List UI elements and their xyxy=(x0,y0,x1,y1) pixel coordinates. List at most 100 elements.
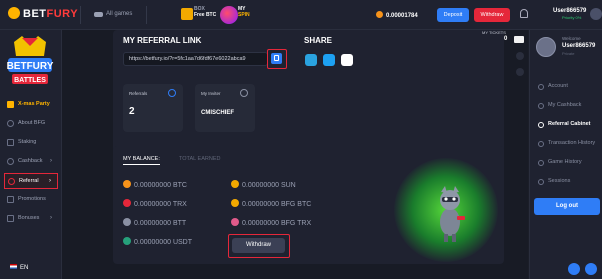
welcome-text: Welcome xyxy=(562,36,581,41)
bfg-btc-icon xyxy=(231,199,239,207)
box-icon[interactable] xyxy=(181,8,193,20)
bonuses-icon xyxy=(7,215,14,222)
referral-icon xyxy=(8,178,15,185)
raccoon-mascot-image xyxy=(440,186,465,242)
divider xyxy=(146,6,147,24)
my-tickets-label: MY TICKETS xyxy=(482,30,506,35)
inviter-label: My Inviter xyxy=(201,91,221,96)
sidebar-item-staking[interactable]: Staking xyxy=(4,135,58,149)
sidebar-item-bonuses[interactable]: Bonuses › xyxy=(4,211,58,225)
reddit-icon[interactable] xyxy=(341,54,353,66)
sessions-icon xyxy=(538,179,544,185)
box-sub: Free BTC xyxy=(194,12,217,18)
user-icon xyxy=(240,89,248,97)
inviter-card: My Inviter CMISCHIEF xyxy=(195,84,255,132)
info-icon xyxy=(7,120,14,127)
menu-item-game-history[interactable]: Game History xyxy=(538,159,582,166)
menu-item-referral-cabinet[interactable]: Referral Cabinet xyxy=(538,121,591,128)
usdt-icon xyxy=(123,237,131,245)
referrals-label: Referrals xyxy=(129,91,148,96)
tab-my-balance[interactable]: MY BALANCE: xyxy=(123,156,160,165)
trx-icon xyxy=(123,199,131,207)
withdraw-button-top[interactable]: Withdraw xyxy=(474,8,510,22)
account-username: User866579 xyxy=(562,43,596,49)
chevron-right-icon: › xyxy=(50,158,52,164)
telegram-icon[interactable] xyxy=(305,54,317,66)
menu-item-transaction-history[interactable]: Transaction History xyxy=(538,140,595,147)
left-sidebar: BETFURY BATTLES X-mas Party About BFG St… xyxy=(0,30,62,279)
user-icon xyxy=(538,84,544,90)
chevron-right-icon: › xyxy=(50,215,52,221)
balance-row-trx: 0.00000000 TRX xyxy=(123,199,187,208)
all-games-link[interactable]: All games xyxy=(106,11,132,17)
bell-icon[interactable] xyxy=(520,9,528,18)
support-icon[interactable] xyxy=(568,263,580,275)
gamepad-icon xyxy=(538,160,544,166)
tab-total-earned[interactable]: TOTAL EARNED xyxy=(179,156,220,162)
copy-icon xyxy=(271,53,282,64)
btc-icon xyxy=(123,180,131,188)
spin-icon[interactable] xyxy=(220,6,238,24)
sidebar-item-referral[interactable]: Referral › xyxy=(4,173,58,189)
add-user-icon xyxy=(168,89,176,97)
avatar[interactable] xyxy=(590,8,602,20)
menu-item-my-cashback[interactable]: My Cashback xyxy=(538,102,581,109)
referrals-card: Referrals 2 xyxy=(123,84,183,132)
sidebar-item-cashback[interactable]: Cashback › xyxy=(4,154,58,168)
gift-icon xyxy=(7,101,14,108)
referral-link-field[interactable]: https://betfury.io/?r=5fc1aa7d6fdf67e602… xyxy=(123,52,268,66)
staking-icon xyxy=(7,139,14,146)
twitter-icon[interactable] xyxy=(323,54,335,66)
flag-icon xyxy=(10,264,17,269)
top-user-status: Priority 0% xyxy=(562,15,582,20)
betfury-battles-logo[interactable]: BETFURY BATTLES xyxy=(4,36,56,98)
logo-line1: BETFURY xyxy=(7,61,54,72)
top-username[interactable]: User866579 xyxy=(553,8,586,14)
top-bar: BETFURY All games BOX Free BTC MY SPIN 0… xyxy=(0,0,602,30)
menu-item-account[interactable]: Account xyxy=(538,83,568,90)
withdraw-button[interactable]: Withdraw xyxy=(232,238,285,253)
sidebar-item-xmas-party[interactable]: X-mas Party xyxy=(4,97,58,111)
logout-button[interactable]: Log out xyxy=(534,198,600,215)
account-status: Private xyxy=(562,51,575,56)
divider xyxy=(80,6,81,24)
sidebar-item-promotions[interactable]: Promotions xyxy=(4,192,58,206)
menu-item-sessions[interactable]: Sessions xyxy=(538,178,570,185)
balance-row-btt: 0.00000000 BTT xyxy=(123,218,186,227)
balance-row-bfg-trx: 0.00000000 BFG TRX xyxy=(231,218,311,227)
btc-coin-icon xyxy=(376,11,383,18)
balance-row-btc: 0.00000000 BTC xyxy=(123,180,187,189)
rail-icon[interactable] xyxy=(516,68,524,76)
account-panel: Welcome User866579 Private Account My Ca… xyxy=(529,30,602,279)
avatar[interactable] xyxy=(536,37,556,57)
spin-sub: SPIN xyxy=(238,12,250,18)
bfg-trx-icon xyxy=(231,218,239,226)
cashback-icon xyxy=(7,158,14,165)
referral-icon xyxy=(538,122,544,128)
logo-icon xyxy=(8,7,20,19)
rail-icon[interactable] xyxy=(516,52,524,60)
balance-row-sun: 0.00000000 SUN xyxy=(231,180,296,189)
cashback-icon xyxy=(538,103,544,109)
chevron-right-icon: › xyxy=(49,178,51,184)
ticket-icon[interactable] xyxy=(514,36,524,43)
balance-row-usdt: 0.00000000 USDT xyxy=(123,237,192,246)
inviter-name: CMISCHIEF xyxy=(201,110,234,116)
language-selector[interactable]: EN xyxy=(10,264,28,271)
promotions-icon xyxy=(7,196,14,203)
share-title: SHARE xyxy=(304,36,333,45)
referral-title: MY REFERRAL LINK xyxy=(123,36,202,45)
balance-row-bfg-btc: 0.00000000 BFG BTC xyxy=(231,199,311,208)
sidebar-item-about-bfg[interactable]: About BFG xyxy=(4,116,58,130)
deposit-button[interactable]: Deposit xyxy=(437,8,469,22)
withdraw-highlight: Withdraw xyxy=(228,234,290,258)
balance-panel: MY BALANCE: TOTAL EARNED 0.00000000 BTC … xyxy=(113,146,504,264)
logo-line2: BATTLES xyxy=(14,77,46,84)
history-icon xyxy=(538,141,544,147)
sun-icon xyxy=(231,180,239,188)
chat-icon[interactable] xyxy=(585,263,597,275)
main-content: MY REFERRAL LINK https://betfury.io/?r=5… xyxy=(62,30,528,279)
balance-display[interactable]: 0.00001784 xyxy=(376,11,418,19)
logo[interactable]: BETFURY xyxy=(8,7,78,20)
copy-button[interactable] xyxy=(267,49,287,69)
